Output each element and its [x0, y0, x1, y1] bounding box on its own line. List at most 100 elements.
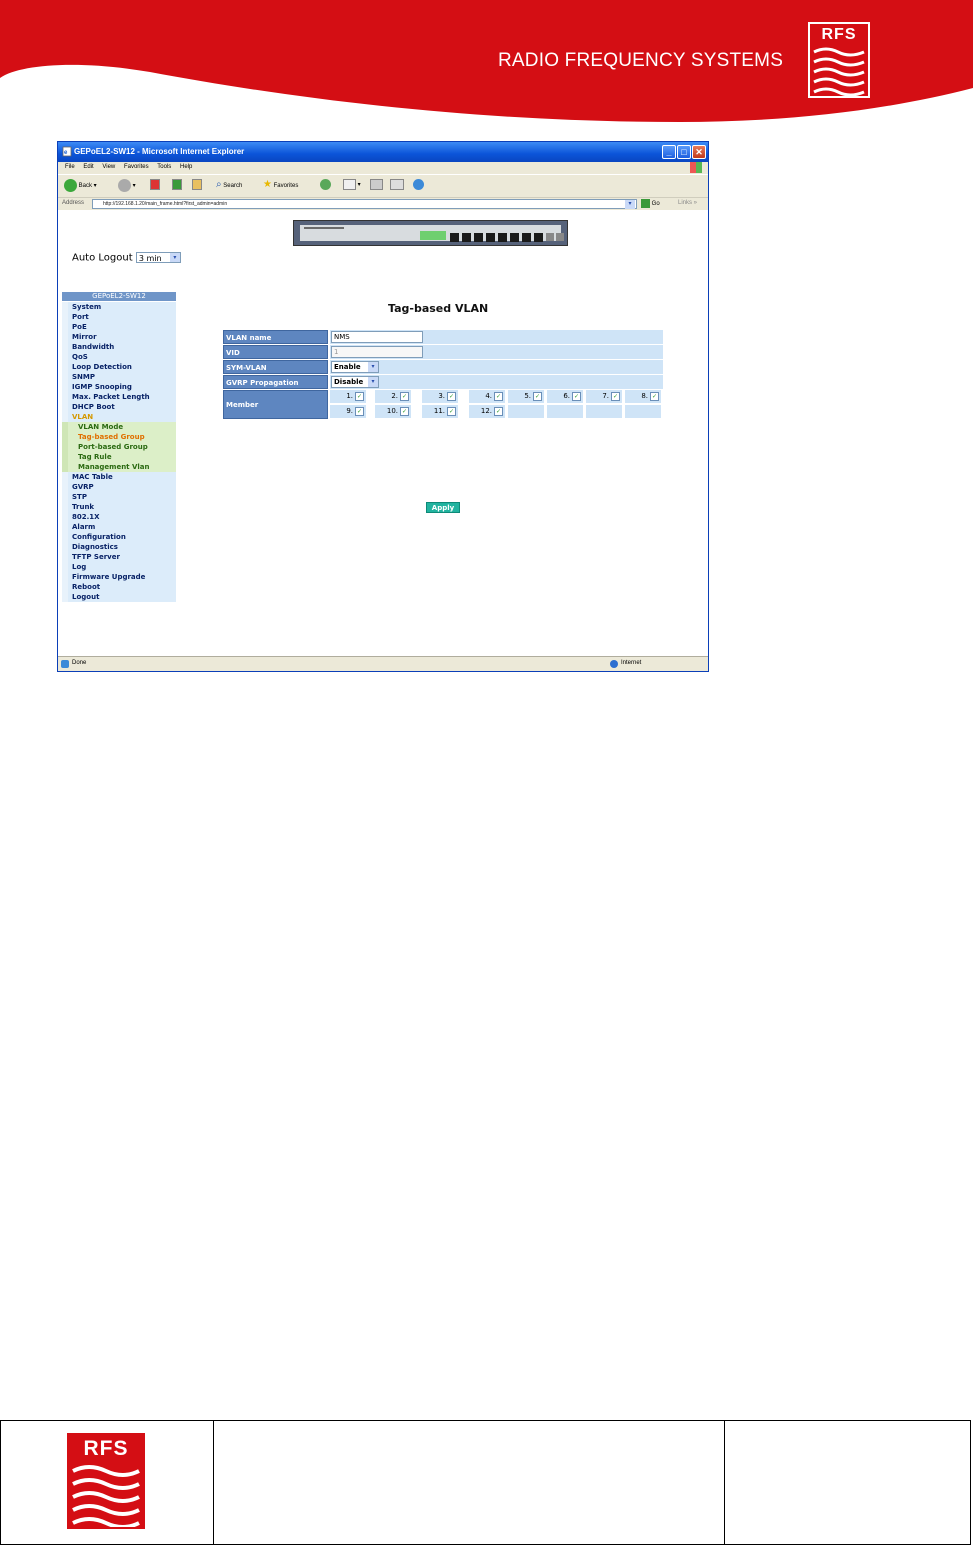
nav-sub-tag-rule[interactable]: Tag Rule — [62, 452, 176, 462]
favorites-button[interactable]: ★ Favorites — [263, 179, 298, 190]
checkbox-checked-icon[interactable]: ✓ — [400, 391, 409, 401]
nav-item-poe[interactable]: PoE — [62, 322, 176, 332]
member-port-2[interactable]: 2. ✓ — [375, 390, 411, 403]
brand-name: RADIO FREQUENCY SYSTEMS — [498, 50, 784, 71]
member-cell: 1. ✓ 2. ✓ 3. ✓ 4. ✓ 5. ✓ 6. ✓ 7. ✓ 8. ✓ 9. ✓ 10. ✓… — [330, 390, 663, 419]
sym-vlan-select[interactable]: Enable ▾ — [331, 361, 379, 373]
nav-item-gvrp[interactable]: GVRP — [62, 482, 176, 492]
nav-item-dhcp-boot[interactable]: DHCP Boot — [62, 402, 176, 412]
nav-item-mirror[interactable]: Mirror — [62, 332, 176, 342]
nav-item-alarm[interactable]: Alarm — [62, 522, 176, 532]
row-vid: VID 1 — [223, 345, 663, 359]
checkbox-checked-icon[interactable]: ✓ — [400, 406, 409, 416]
title-bar[interactable]: e GEPoEL2-SW12 - Microsoft Internet Expl… — [58, 142, 708, 162]
links-button[interactable]: Links » — [678, 200, 697, 206]
nav-item-reboot[interactable]: Reboot — [62, 582, 176, 592]
nav-item-igmp-snooping[interactable]: IGMP Snooping — [62, 382, 176, 392]
vid-cell: 1 — [330, 345, 663, 359]
nav-item-8021x[interactable]: 802.1X — [62, 512, 176, 522]
nav-item-system[interactable]: System — [62, 302, 176, 312]
nav-sub-port-based-group[interactable]: Port-based Group — [62, 442, 176, 452]
auto-logout-select[interactable]: 3 min ▾ — [135, 252, 181, 263]
vlan-name-input[interactable]: NMS — [331, 331, 423, 343]
search-icon: ⌕ — [216, 179, 222, 190]
member-port-5[interactable]: 5. ✓ — [508, 390, 544, 403]
nav-item-port[interactable]: Port — [62, 312, 176, 322]
nav-item-stp[interactable]: STP — [62, 492, 176, 502]
nav-item-trunk[interactable]: Trunk — [62, 502, 176, 512]
gvrp-select[interactable]: Disable ▾ — [331, 376, 379, 388]
home-button[interactable] — [192, 179, 202, 190]
member-port-11[interactable]: 11. ✓ — [422, 405, 458, 418]
nav-sub-vlan-mode[interactable]: VLAN Mode — [62, 422, 176, 432]
member-port-7[interactable]: 7. ✓ — [586, 390, 622, 403]
menu-view[interactable]: View — [102, 164, 115, 170]
stop-button[interactable] — [150, 179, 160, 190]
member-port-3[interactable]: 3. ✓ — [422, 390, 458, 403]
checkbox-checked-icon[interactable]: ✓ — [447, 406, 456, 416]
close-button[interactable]: ✕ — [692, 145, 706, 159]
apply-button[interactable]: Apply — [426, 502, 460, 513]
member-port-10[interactable]: 10. ✓ — [375, 405, 411, 418]
member-port-4[interactable]: 4. ✓ — [469, 390, 505, 403]
checkbox-checked-icon[interactable]: ✓ — [447, 391, 456, 401]
menu-help[interactable]: Help — [180, 164, 192, 170]
nav-sub-tag-based-group[interactable]: Tag-based Group — [62, 432, 176, 442]
gvrp-label: GVRP Propagation — [223, 375, 328, 389]
refresh-button[interactable] — [172, 179, 182, 190]
checkbox-checked-icon[interactable]: ✓ — [611, 391, 620, 401]
address-dropdown-icon[interactable]: ▾ — [625, 200, 635, 209]
nav-item-mac-table[interactable]: MAC Table — [62, 472, 176, 482]
nav-item-max-packet-length[interactable]: Max. Packet Length — [62, 392, 176, 402]
mail-button[interactable]: ▾ — [343, 179, 361, 190]
checkbox-checked-icon[interactable]: ✓ — [355, 391, 364, 401]
checkbox-checked-icon[interactable]: ✓ — [533, 391, 542, 401]
checkbox-checked-icon[interactable]: ✓ — [355, 406, 364, 416]
go-button[interactable]: Go — [641, 199, 660, 208]
footer-middle-cell — [214, 1421, 725, 1545]
nav-item-bandwidth[interactable]: Bandwidth — [62, 342, 176, 352]
checkbox-checked-icon[interactable]: ✓ — [494, 406, 503, 416]
checkbox-checked-icon[interactable]: ✓ — [572, 391, 581, 401]
print-button[interactable] — [370, 179, 383, 190]
member-port-9[interactable]: 9. ✓ — [330, 405, 366, 418]
back-button[interactable]: Back ▾ — [64, 179, 97, 192]
checkbox-checked-icon[interactable]: ✓ — [494, 391, 503, 401]
member-port-12[interactable]: 12. ✓ — [469, 405, 505, 418]
edit-button[interactable] — [390, 179, 404, 190]
mail-icon — [343, 179, 356, 190]
vid-input: 1 — [331, 346, 423, 358]
menu-tools[interactable]: Tools — [157, 164, 171, 170]
messenger-button[interactable] — [413, 179, 424, 190]
nav-item-tftp-server[interactable]: TFTP Server — [62, 552, 176, 562]
nav-sub-management-vlan[interactable]: Management Vlan — [62, 462, 176, 472]
search-button[interactable]: ⌕ Search — [216, 179, 242, 190]
port-3 — [474, 233, 483, 242]
menu-favorites[interactable]: Favorites — [124, 164, 149, 170]
nav-item-vlan[interactable]: VLAN — [62, 412, 176, 422]
menu-edit[interactable]: Edit — [83, 164, 93, 170]
nav-item-qos[interactable]: QoS — [62, 352, 176, 362]
member-port-1[interactable]: 1. ✓ — [330, 390, 366, 403]
member-port-8[interactable]: 8. ✓ — [625, 390, 661, 403]
member-empty-cell — [625, 405, 661, 418]
minimize-button[interactable]: _ — [662, 145, 676, 159]
address-input[interactable]: http://192.168.1.20/main_frame.html?firs… — [92, 199, 637, 209]
nav-item-log[interactable]: Log — [62, 562, 176, 572]
nav-item-logout[interactable]: Logout — [62, 592, 176, 602]
nav-item-diagnostics[interactable]: Diagnostics — [62, 542, 176, 552]
member-port-6[interactable]: 6. ✓ — [547, 390, 583, 403]
nav-item-configuration[interactable]: Configuration — [62, 532, 176, 542]
maximize-button[interactable]: □ — [677, 145, 691, 159]
nav-item-snmp[interactable]: SNMP — [62, 372, 176, 382]
menu-file[interactable]: File — [65, 164, 75, 170]
nav-item-firmware-upgrade[interactable]: Firmware Upgrade — [62, 572, 176, 582]
windows-logo-icon — [690, 162, 702, 173]
sidebar-nav: GEPoEL2-SW12 System Port PoE Mirror Band… — [62, 292, 176, 602]
checkbox-checked-icon[interactable]: ✓ — [650, 391, 659, 401]
history-button[interactable] — [320, 179, 331, 190]
history-icon — [320, 179, 331, 190]
nav-item-loop-detection[interactable]: Loop Detection — [62, 362, 176, 372]
forward-button[interactable]: ▾ — [118, 179, 136, 192]
member-port-label: 7. — [602, 392, 609, 400]
